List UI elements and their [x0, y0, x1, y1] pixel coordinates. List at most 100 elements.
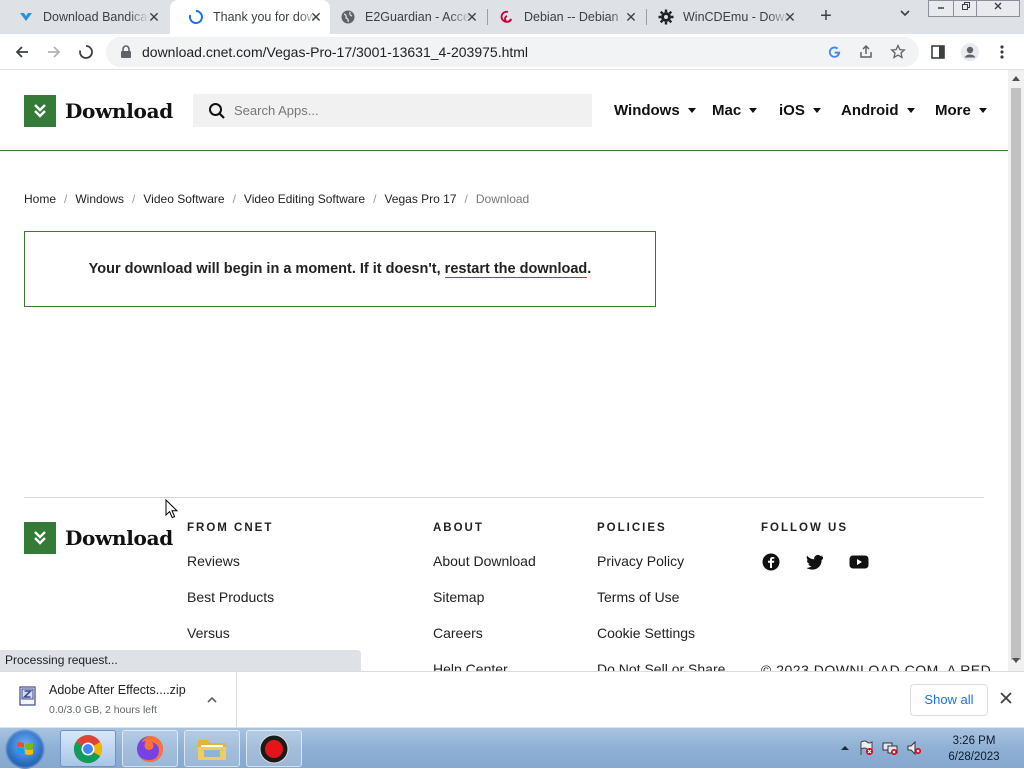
download-logo-icon	[24, 95, 56, 127]
search-input[interactable]	[234, 103, 574, 118]
restore-icon	[962, 2, 970, 10]
header-divider	[0, 150, 1008, 151]
scrollbar-thumb[interactable]	[1011, 88, 1021, 660]
nav-more[interactable]: More	[935, 102, 987, 119]
chevron-down-icon	[900, 10, 910, 17]
youtube-icon[interactable]	[849, 552, 869, 572]
close-icon[interactable]	[998, 690, 1014, 706]
windows-logo-icon	[17, 742, 33, 755]
bookmark-star-icon[interactable]	[890, 44, 906, 60]
nav-ios[interactable]: iOS	[779, 102, 821, 119]
copyright-text: © 2023 DOWNLOAD.COM, A RED	[761, 662, 992, 671]
minimize-button[interactable]	[928, 0, 954, 17]
footer-link-careers[interactable]: Careers	[433, 624, 536, 660]
debian-swirl-icon	[500, 10, 512, 23]
share-icon[interactable]	[858, 44, 874, 60]
close-icon[interactable]: ✕	[782, 8, 798, 26]
network-icon[interactable]	[882, 740, 898, 756]
breadcrumb-separator: /	[232, 192, 236, 206]
footer-link-privacy-policy[interactable]: Privacy Policy	[597, 552, 725, 588]
breadcrumb-separator: /	[64, 192, 68, 206]
footer-link-reviews[interactable]: Reviews	[187, 552, 274, 588]
windows-taskbar: 3:26 PM 6/28/2023	[0, 727, 1024, 769]
tab-title: WinCDEmu - Download	[683, 10, 789, 24]
search-bar[interactable]	[193, 94, 592, 127]
new-tab-button[interactable]: +	[814, 5, 838, 29]
facebook-icon[interactable]	[761, 552, 781, 572]
side-panel-icon	[931, 45, 945, 59]
nav-android[interactable]: Android	[841, 102, 915, 119]
kebab-menu-icon	[1000, 45, 1004, 59]
menu-button[interactable]	[990, 40, 1014, 64]
download-logo-icon	[24, 522, 56, 554]
window-close-button[interactable]	[976, 0, 1020, 17]
nav-mac[interactable]: Mac	[712, 102, 758, 119]
lock-icon[interactable]	[118, 44, 134, 60]
tab-strip: Download Bandicam ✕ Thank you for downlo…	[0, 0, 1024, 34]
volume-muted-icon[interactable]	[906, 740, 922, 756]
scroll-up-arrow-icon[interactable]	[1008, 71, 1024, 87]
site-logo[interactable]: Download	[24, 95, 173, 127]
close-icon[interactable]: ✕	[464, 8, 480, 26]
footer-heading: FOLLOW US	[761, 522, 848, 534]
footer-link-best-products[interactable]: Best Products	[187, 588, 274, 624]
footer-link-terms-of-use[interactable]: Terms of Use	[597, 588, 725, 624]
nav-windows[interactable]: Windows	[614, 102, 696, 119]
address-bar[interactable]: download.cnet.com/Vegas-Pro-17/3001-1363…	[106, 37, 919, 67]
firefox-icon	[137, 735, 163, 762]
breadcrumb-video-editing-software[interactable]: Video Editing Software	[244, 192, 365, 206]
tab-download-bandicam[interactable]: Download Bandicam ✕	[0, 0, 168, 34]
footer-heading: ABOUT	[433, 522, 484, 534]
breadcrumb-home[interactable]: Home	[24, 192, 56, 206]
chevron-up-icon[interactable]	[205, 693, 219, 707]
footer-logo[interactable]: Download	[24, 522, 173, 554]
loading-spinner-icon	[188, 10, 203, 24]
taskbar-recorder[interactable]	[246, 730, 302, 767]
close-icon[interactable]: ✕	[146, 8, 162, 26]
show-all-button[interactable]: Show all	[910, 684, 988, 716]
footer-divider	[24, 497, 984, 498]
tab-wincdemu[interactable]: WinCDEmu - Download ✕	[640, 0, 804, 34]
minimize-icon	[938, 7, 944, 9]
google-translate-icon[interactable]	[826, 44, 842, 60]
start-button[interactable]	[5, 729, 45, 769]
status-bubble: Processing request...	[0, 650, 361, 671]
footer-link-about-download[interactable]: About Download	[433, 552, 536, 588]
action-center-flag-icon[interactable]	[858, 740, 874, 756]
stop-loading-button[interactable]	[74, 40, 98, 64]
tab-search-button[interactable]	[893, 6, 917, 28]
back-button[interactable]	[10, 40, 34, 64]
tab-e2guardian[interactable]: E2Guardian - Access Denied ✕	[322, 0, 486, 34]
footer-link-cookie-settings[interactable]: Cookie Settings	[597, 624, 725, 660]
taskbar-firefox[interactable]	[122, 730, 178, 767]
close-icon	[994, 2, 1002, 10]
footer-link-help-center[interactable]: Help Center	[433, 660, 536, 671]
downloads-shelf: Adobe After Effects....zip 0.0/3.0 GB, 2…	[0, 671, 1024, 727]
mouse-cursor-icon	[165, 498, 179, 524]
download-file-name: Adobe After Effects....zip	[49, 683, 186, 697]
footer-from-cnet: FROM CNET Reviews Best Products Versus	[187, 522, 274, 660]
breadcrumb-windows[interactable]: Windows	[75, 192, 124, 206]
close-icon[interactable]: ✕	[623, 8, 639, 26]
scroll-down-arrow-icon[interactable]	[1008, 654, 1024, 670]
tray-expand-icon[interactable]	[840, 743, 850, 753]
tab-debian[interactable]: Debian -- Debian ✕	[481, 0, 645, 34]
breadcrumb-vegas-pro-17[interactable]: Vegas Pro 17	[384, 192, 456, 206]
page-scrollbar[interactable]	[1008, 70, 1024, 671]
footer-link-sitemap[interactable]: Sitemap	[433, 588, 536, 624]
taskbar-chrome[interactable]	[60, 730, 116, 767]
taskbar-file-explorer[interactable]	[184, 730, 240, 767]
caret-down-icon	[749, 108, 758, 113]
breadcrumb-video-software[interactable]: Video Software	[143, 192, 224, 206]
profile-button[interactable]	[958, 40, 982, 64]
restart-download-link[interactable]: restart the download	[444, 261, 588, 278]
page-viewport: Download Windows Mac iOS Android More Ho…	[0, 70, 1008, 671]
download-item[interactable]: Adobe After Effects....zip 0.0/3.0 GB, 2…	[0, 672, 237, 727]
forward-button[interactable]	[42, 40, 66, 64]
side-panel-button[interactable]	[926, 40, 950, 64]
breadcrumb-separator: /	[132, 192, 136, 206]
system-clock[interactable]: 3:26 PM 6/28/2023	[938, 733, 1010, 765]
tab-thank-you[interactable]: Thank you for downloading ✕	[170, 0, 330, 34]
twitter-icon[interactable]	[805, 552, 825, 572]
footer-link-do-not-sell[interactable]: Do Not Sell or Share	[597, 660, 725, 671]
